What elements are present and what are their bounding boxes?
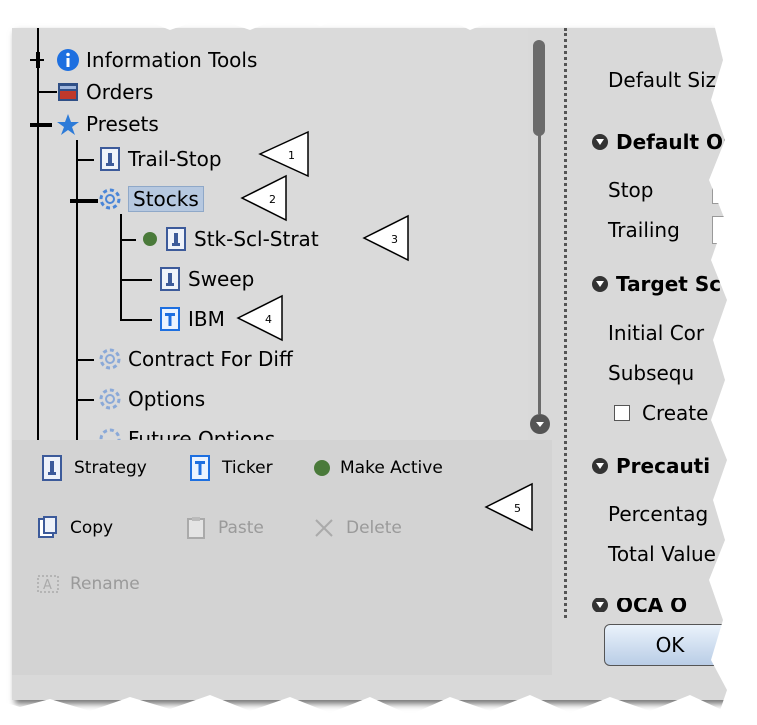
torn-edge-right bbox=[709, 0, 757, 725]
tree-toolbar: Strategy Ticker Make Active Copy Paste D… bbox=[12, 440, 552, 675]
collapse-icon bbox=[592, 598, 608, 612]
gear-icon bbox=[98, 387, 122, 411]
tree-connector bbox=[76, 140, 78, 440]
presets-icon bbox=[56, 112, 80, 136]
collapse-minus[interactable] bbox=[70, 199, 98, 203]
callout-2: 2 bbox=[240, 174, 287, 222]
copy-label: Copy bbox=[70, 518, 114, 538]
tree-item-sweep[interactable]: Sweep bbox=[158, 262, 254, 296]
callout-1: 1 bbox=[258, 130, 309, 178]
oca-header[interactable]: OCA O bbox=[592, 598, 687, 612]
tree-item-label: IBM bbox=[188, 307, 225, 331]
tree-item-label: Sweep bbox=[188, 267, 255, 291]
precaution-header[interactable]: Precauti bbox=[592, 454, 710, 478]
make-active-label: Make Active bbox=[340, 458, 443, 478]
gear-icon bbox=[98, 347, 122, 371]
tree-item-orders[interactable]: Orders bbox=[56, 75, 153, 109]
tree-connector bbox=[120, 319, 152, 321]
delete-icon bbox=[312, 516, 336, 540]
stop-label: Stop bbox=[608, 178, 654, 202]
copy-icon bbox=[36, 516, 60, 540]
tree-item-stocks[interactable]: Stocks bbox=[98, 182, 204, 216]
rename-button[interactable]: A Rename bbox=[36, 572, 140, 596]
scrollbar-track-line bbox=[538, 130, 541, 414]
ticker-icon bbox=[188, 455, 212, 481]
ticker-label: Ticker bbox=[222, 458, 273, 478]
tree-item-label: Orders bbox=[86, 80, 154, 104]
callout-4: 4 bbox=[236, 294, 283, 342]
create-checkbox[interactable] bbox=[614, 405, 630, 421]
tree-item-label: Stk-Scl-Strat bbox=[194, 227, 319, 251]
section-title: Precauti bbox=[616, 454, 711, 478]
tree-item-future-options[interactable]: Future Options bbox=[98, 422, 275, 440]
delete-label: Delete bbox=[346, 518, 402, 538]
tree-connector bbox=[37, 91, 57, 93]
section-title: OCA O bbox=[616, 598, 688, 612]
gear-icon bbox=[98, 427, 122, 440]
create-checkbox-row[interactable]: Create bbox=[614, 401, 708, 425]
percentage-label: Percentag bbox=[608, 502, 709, 526]
paste-label: Paste bbox=[218, 518, 264, 538]
strategy-icon bbox=[164, 227, 188, 251]
torn-edge-bottom bbox=[0, 695, 757, 725]
trailing-label: Trailing bbox=[608, 218, 680, 242]
active-dot-icon bbox=[312, 456, 332, 480]
ticker-icon bbox=[158, 307, 182, 331]
tree-item-label: Trail-Stop bbox=[128, 147, 222, 171]
initial-label: Initial Cor bbox=[608, 321, 705, 345]
tree-item-presets[interactable]: Presets bbox=[56, 107, 159, 141]
collapse-icon bbox=[592, 458, 608, 474]
rename-icon: A bbox=[36, 572, 60, 596]
tree-item-label: Presets bbox=[86, 112, 159, 136]
subsequent-label: Subsequ bbox=[608, 361, 695, 385]
tree-item-label: Contract For Diff bbox=[128, 347, 293, 371]
gear-icon bbox=[98, 187, 122, 211]
scroll-down-button[interactable] bbox=[530, 414, 550, 434]
collapse-icon bbox=[592, 276, 608, 292]
tree-connector bbox=[120, 214, 122, 320]
orders-icon bbox=[56, 80, 80, 104]
torn-edge-top bbox=[0, 0, 757, 30]
collapse-icon bbox=[592, 134, 608, 150]
strategy-button[interactable]: Strategy bbox=[40, 455, 147, 481]
tree-item-stk-scl-strat[interactable]: Stk-Scl-Strat bbox=[142, 222, 319, 256]
paste-button[interactable]: Paste bbox=[184, 516, 264, 540]
tree-connector bbox=[76, 359, 94, 361]
callout-3: 3 bbox=[362, 214, 409, 262]
strategy-icon bbox=[158, 267, 182, 291]
svg-text:A: A bbox=[43, 578, 52, 593]
tree-connector bbox=[120, 279, 152, 281]
strategy-icon bbox=[98, 147, 122, 171]
callout-number: 2 bbox=[269, 193, 276, 206]
tree-item-trail-stop[interactable]: Trail-Stop bbox=[98, 142, 222, 176]
strategy-icon bbox=[40, 455, 64, 481]
presets-tree[interactable]: Information Tools Orders Presets Trail-S… bbox=[12, 28, 528, 440]
tree-item-label: Future Options bbox=[128, 427, 276, 440]
callout-number: 4 bbox=[265, 313, 272, 326]
tree-item-ibm[interactable]: IBM bbox=[158, 302, 225, 336]
tree-connector bbox=[37, 28, 39, 440]
callout-number: 5 bbox=[514, 502, 521, 515]
make-active-button[interactable]: Make Active bbox=[312, 456, 443, 480]
tree-item-contract-for-diff[interactable]: Contract For Diff bbox=[98, 342, 293, 376]
collapse-minus[interactable] bbox=[30, 123, 52, 127]
tree-item-label: Stocks bbox=[128, 186, 204, 212]
panel-divider[interactable] bbox=[564, 28, 567, 618]
callout-number: 3 bbox=[391, 233, 398, 246]
delete-button[interactable]: Delete bbox=[312, 516, 402, 540]
tree-item-label: Options bbox=[128, 387, 206, 411]
tree-connector bbox=[76, 399, 94, 401]
ticker-button[interactable]: Ticker bbox=[188, 455, 273, 481]
tree-item-options[interactable]: Options bbox=[98, 382, 205, 416]
rename-label: Rename bbox=[70, 574, 140, 594]
callout-number: 1 bbox=[288, 149, 295, 162]
copy-button[interactable]: Copy bbox=[36, 516, 113, 540]
callout-5: 5 bbox=[484, 482, 533, 532]
active-dot-icon bbox=[142, 227, 158, 251]
strategy-label: Strategy bbox=[74, 458, 147, 478]
tree-connector bbox=[76, 159, 94, 161]
tree-connector bbox=[120, 239, 136, 241]
paste-icon bbox=[184, 516, 208, 540]
